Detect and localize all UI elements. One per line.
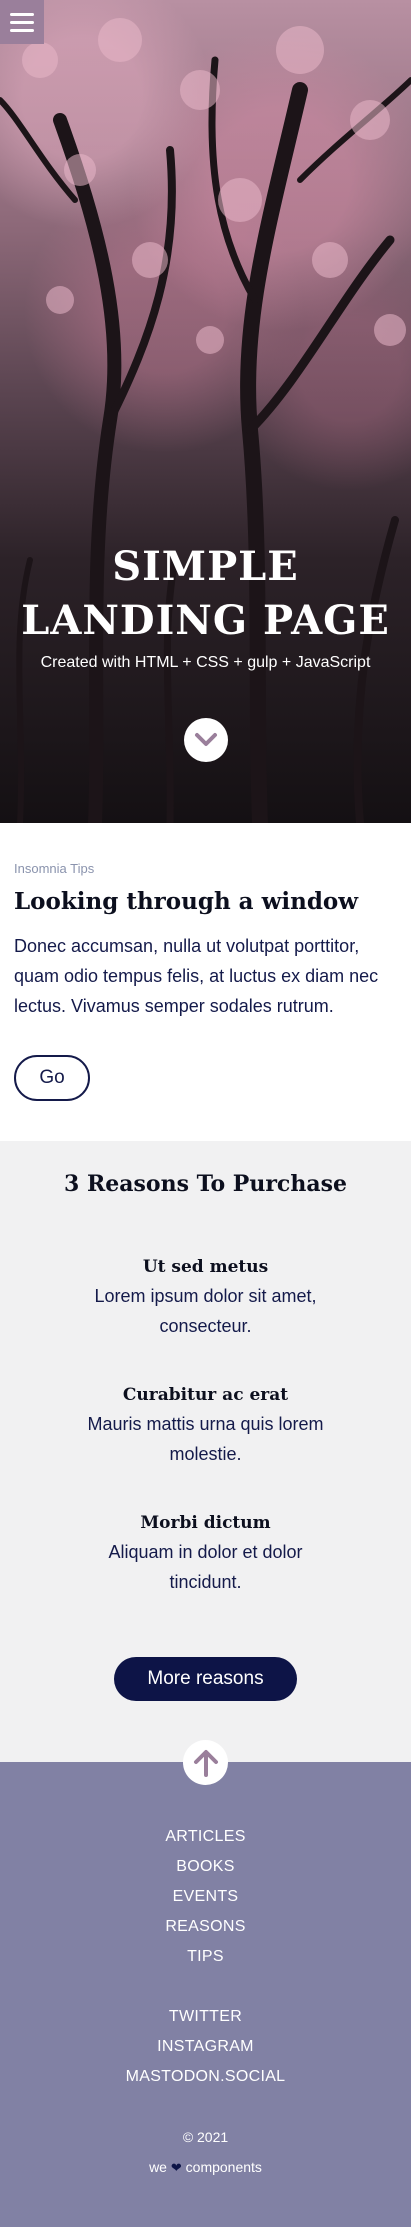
reason-title: Ut sed metus <box>142 1257 269 1277</box>
footer-link-reasons[interactable]: REASONS <box>0 1912 411 1942</box>
reason-title: Morbi dictum <box>140 1513 271 1533</box>
footer-link-twitter[interactable]: TWITTER <box>0 2002 411 2032</box>
reason-item: Morbi dictum Aliquam in dolor et dolor t… <box>0 1513 411 1597</box>
arrow-up-icon <box>193 1749 218 1777</box>
footer: ARTICLES BOOKS EVENTS REASONS TIPS TWITT… <box>0 1740 411 2227</box>
hero-subtitle: Created with HTML + CSS + gulp + JavaScr… <box>40 654 371 671</box>
reason-title: Curabitur ac erat <box>122 1385 289 1405</box>
scroll-down-button[interactable] <box>184 718 228 762</box>
back-to-top-button[interactable] <box>183 1740 228 1785</box>
cherry-blossom-background <box>0 18 411 823</box>
reasons-title: 3 Reasons To Purchase <box>64 1171 347 1197</box>
hero-title: SIMPLE LANDING PAGE <box>0 540 411 648</box>
go-button[interactable]: Go <box>14 1055 90 1101</box>
credit-line: we ❤ components <box>0 2152 411 2183</box>
footer-nav: ARTICLES BOOKS EVENTS REASONS TIPS <box>0 1762 411 1972</box>
reasons-section: 3 Reasons To Purchase Ut sed metus Lorem… <box>0 1141 411 1762</box>
footer-link-events[interactable]: EVENTS <box>0 1882 411 1912</box>
article-section: Insomnia Tips Looking through a window D… <box>0 823 411 1141</box>
reason-item: Curabitur ac erat Mauris mattis urna qui… <box>0 1385 411 1469</box>
copyright: © 2021 <box>182 2129 229 2145</box>
footer-social: TWITTER INSTAGRAM MASTODON.SOCIAL <box>0 1972 411 2092</box>
reason-text: Mauris mattis urna quis lorem molestie. <box>87 1414 324 1464</box>
hero-section: SIMPLE LANDING PAGE Created with HTML + … <box>0 0 411 823</box>
hero-title-line1: SIMPLE <box>112 543 299 590</box>
footer-link-instagram[interactable]: INSTAGRAM <box>0 2032 411 2062</box>
reason-text: Aliquam in dolor et dolor tincidunt. <box>108 1542 303 1592</box>
hero-title-line2: LANDING PAGE <box>21 597 390 644</box>
footer-link-books[interactable]: BOOKS <box>0 1852 411 1882</box>
hamburger-icon[interactable] <box>0 0 44 44</box>
credit-suffix[interactable]: components <box>186 2159 262 2175</box>
article-body: Donec accumsan, nulla ut volutpat portti… <box>14 936 379 1016</box>
article-title: Looking through a window <box>14 888 359 915</box>
chevron-down-icon <box>195 733 217 746</box>
footer-link-tips[interactable]: TIPS <box>0 1942 411 1972</box>
footer-link-articles[interactable]: ARTICLES <box>0 1822 411 1852</box>
more-reasons-button[interactable]: More reasons <box>114 1657 297 1701</box>
reason-item: Ut sed metus Lorem ipsum dolor sit amet,… <box>0 1257 411 1341</box>
footer-link-mastodon[interactable]: MASTODON.SOCIAL <box>0 2062 411 2092</box>
credit-prefix: we <box>149 2159 167 2175</box>
article-eyebrow: Insomnia Tips <box>14 861 95 876</box>
reason-text: Lorem ipsum dolor sit amet, consecteur. <box>94 1286 317 1336</box>
heart-icon: ❤ <box>170 2160 182 2175</box>
